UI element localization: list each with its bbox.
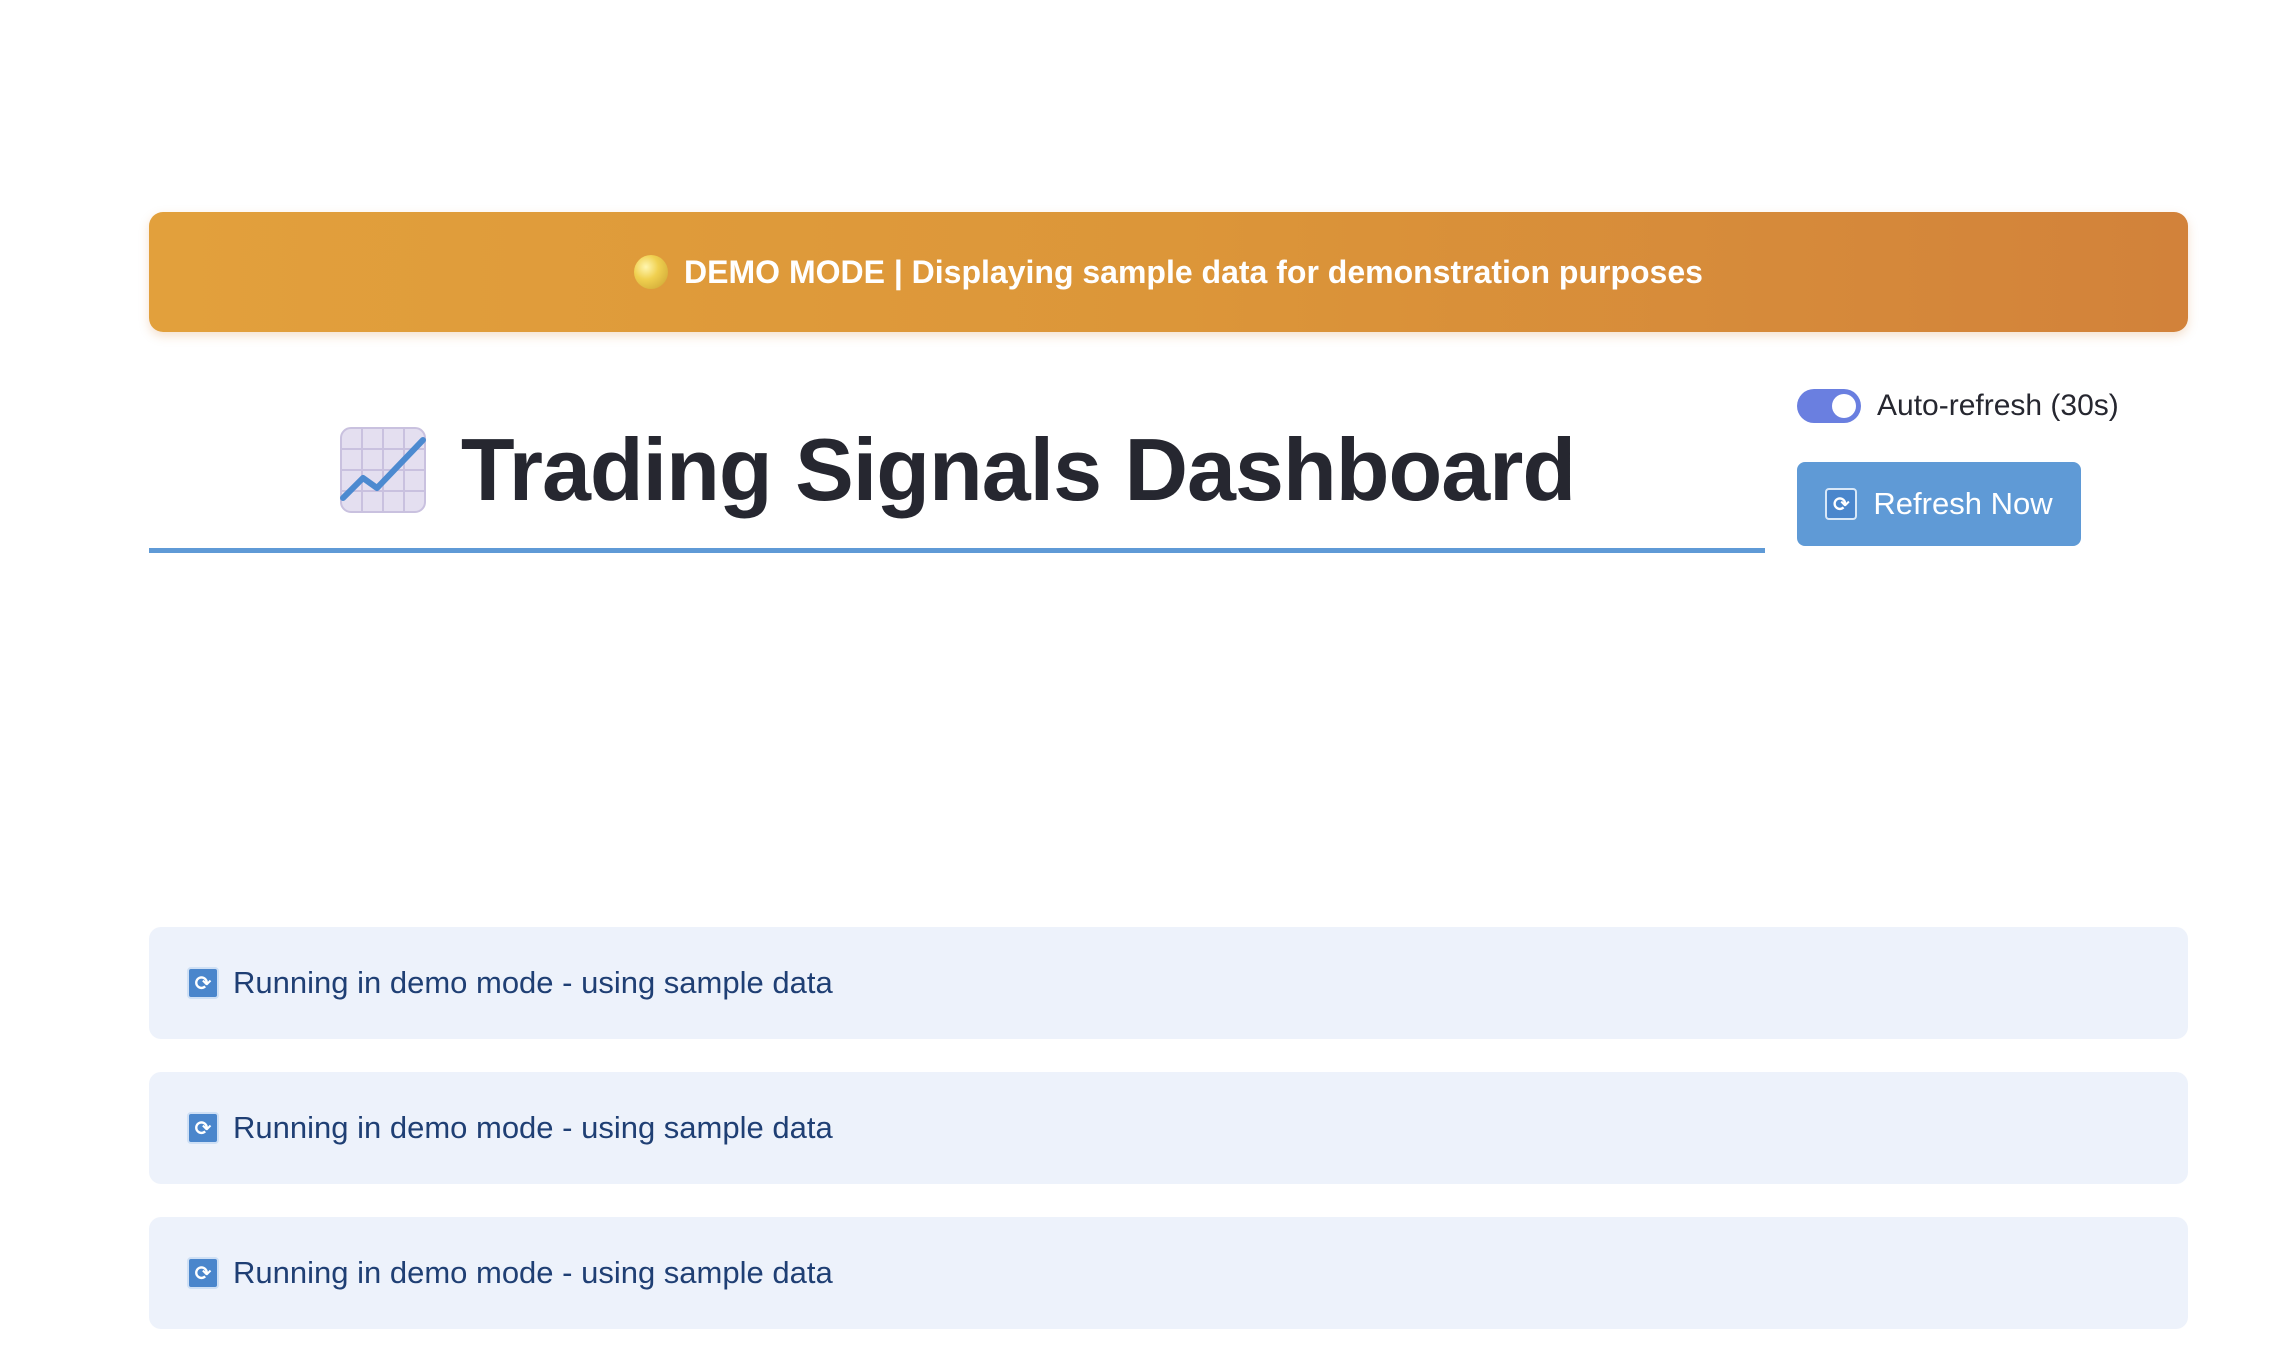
demo-mode-banner: DEMO MODE | Displaying sample data for d… [149,212,2188,332]
status-message-text: Running in demo mode - using sample data [233,1255,833,1290]
status-message: ⟳ Running in demo mode - using sample da… [149,1072,2188,1184]
chart-increasing-icon [339,427,426,513]
toggle-knob [1832,394,1856,418]
auto-refresh-label: Auto-refresh (30s) [1877,389,2119,422]
status-message-text: Running in demo mode - using sample data [233,1110,833,1145]
yellow-circle-icon [634,255,669,289]
refresh-now-label: Refresh Now [1873,486,2053,521]
arrows-refresh-icon: ⟳ [187,1112,219,1144]
demo-mode-text: DEMO MODE | Displaying sample data for d… [684,253,1703,290]
status-message-text: Running in demo mode - using sample data [233,965,833,1000]
auto-refresh-toggle[interactable] [1797,389,1861,423]
arrows-refresh-icon: ⟳ [187,1257,219,1289]
page-header: Trading Signals Dashboard [149,392,1765,553]
arrows-refresh-icon: ⟳ [1825,488,1858,520]
page-title: Trading Signals Dashboard [460,420,1576,519]
status-message: ⟳ Running in demo mode - using sample da… [149,1217,2188,1329]
arrows-refresh-icon: ⟳ [187,967,219,999]
status-message: ⟳ Running in demo mode - using sample da… [149,927,2188,1039]
auto-refresh-toggle-row[interactable]: Auto-refresh (30s) [1797,384,2119,428]
refresh-now-button[interactable]: ⟳ Refresh Now [1797,462,2081,546]
